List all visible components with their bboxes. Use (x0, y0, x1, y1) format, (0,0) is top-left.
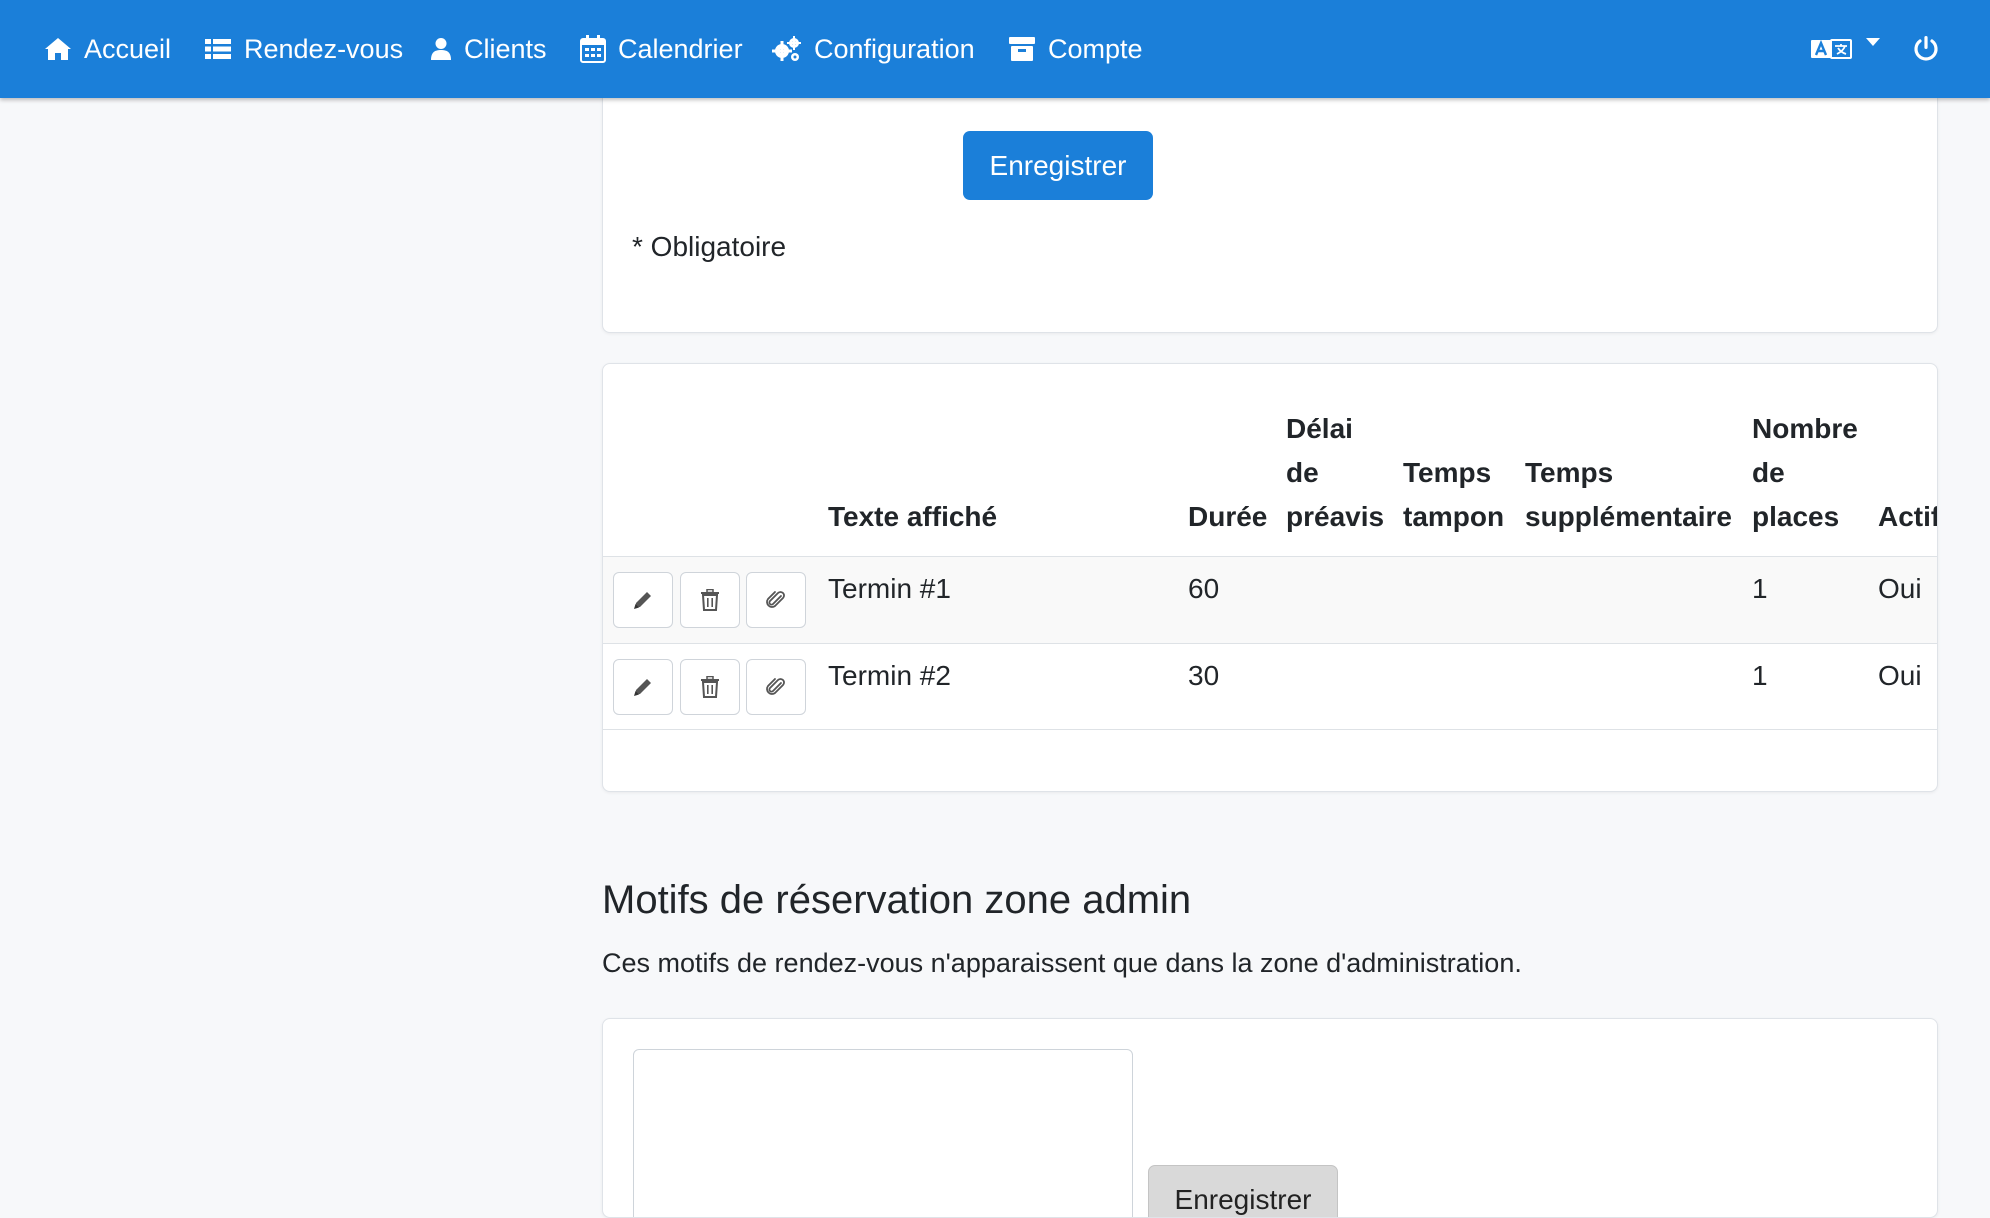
required-note: * Obligatoire (632, 231, 787, 262)
services-table-card: Texte affiché Durée Délai de préavis Tem… (602, 363, 1938, 792)
admin-text-input[interactable] (633, 1049, 1133, 1217)
nav-calendrier[interactable]: Calendrier (580, 0, 743, 98)
header-buffer-1: Temps (1403, 457, 1492, 488)
cell-places: 1 (1752, 573, 1768, 604)
nav-configuration-label: Configuration (814, 33, 975, 64)
cell-text: Termin #2 (828, 660, 951, 691)
chevron-down-icon (1866, 38, 1880, 46)
header-buffer-2: tampon (1403, 501, 1505, 532)
pencil-icon (634, 592, 651, 609)
power-icon (1914, 36, 1938, 61)
edit-button[interactable] (613, 572, 673, 628)
attach-button[interactable] (746, 572, 806, 628)
header-active: Actif (1878, 501, 1938, 532)
header-places-3: places (1752, 501, 1840, 532)
user-icon (431, 38, 451, 60)
nav-clients[interactable]: Clients (430, 0, 547, 98)
nav-rendez-vous[interactable]: Rendez-vous (204, 0, 403, 98)
cell-text: Termin #1 (828, 573, 951, 604)
cell-duration: 30 (1188, 660, 1220, 691)
header-duration: Durée (1188, 501, 1268, 532)
nav-accueil-label: Accueil (84, 33, 172, 64)
archive-icon (1009, 37, 1035, 61)
top-navbar: Accueil Rendez-vous Clients Calendrier C… (0, 0, 1990, 98)
cogs-icon (772, 36, 801, 61)
language-dropdown[interactable] (1810, 0, 1892, 98)
delete-button[interactable] (680, 572, 740, 628)
admin-form-card: Enregistrer (602, 1018, 1938, 1218)
cell-places: 1 (1752, 660, 1768, 691)
attach-button[interactable] (746, 659, 806, 715)
trash-icon (701, 589, 719, 611)
section-title: Motifs de réservation zone admin (602, 878, 1192, 922)
nav-compte-label: Compte (1048, 33, 1143, 64)
header-places-2: de (1752, 457, 1785, 488)
calendar-icon (580, 35, 606, 63)
header-notice-2: de (1286, 457, 1319, 488)
admin-save-button[interactable]: Enregistrer (1148, 1165, 1338, 1217)
nav-accueil[interactable]: Accueil (44, 0, 171, 98)
header-places-1: Nombre (1752, 413, 1858, 444)
delete-button[interactable] (680, 659, 740, 715)
paperclip-icon (766, 678, 785, 695)
nav-clients-label: Clients (464, 33, 547, 64)
cell-duration: 60 (1188, 573, 1220, 604)
nav-compte[interactable]: Compte (1008, 0, 1143, 98)
language-icon (1811, 39, 1852, 59)
table-row: Termin #2 30 1 Oui (603, 643, 1937, 730)
section-description: Ces motifs de rendez-vous n'apparaissent… (602, 948, 1522, 978)
save-button[interactable]: Enregistrer (963, 131, 1153, 200)
paperclip-icon (766, 591, 785, 608)
header-notice-1: Délai (1286, 413, 1353, 444)
header-notice-3: préavis (1286, 501, 1385, 532)
cell-active: Oui (1878, 660, 1922, 691)
service-form-card: Enregistrer * Obligatoire (602, 70, 1938, 333)
table-row: Termin #1 60 1 Oui (603, 556, 1937, 643)
nav-configuration[interactable]: Configuration (772, 0, 975, 98)
pencil-icon (634, 679, 651, 696)
home-icon (45, 38, 71, 60)
header-extra-1: Temps (1525, 457, 1614, 488)
cell-active: Oui (1878, 573, 1922, 604)
nav-rendez-vous-label: Rendez-vous (244, 33, 404, 64)
logout-button[interactable] (1913, 0, 1951, 98)
header-text: Texte affiché (828, 501, 998, 532)
header-extra-2: supplémentaire (1525, 501, 1732, 532)
nav-calendrier-label: Calendrier (618, 33, 743, 64)
edit-button[interactable] (613, 659, 673, 715)
trash-icon (701, 676, 719, 698)
list-icon (205, 39, 231, 59)
